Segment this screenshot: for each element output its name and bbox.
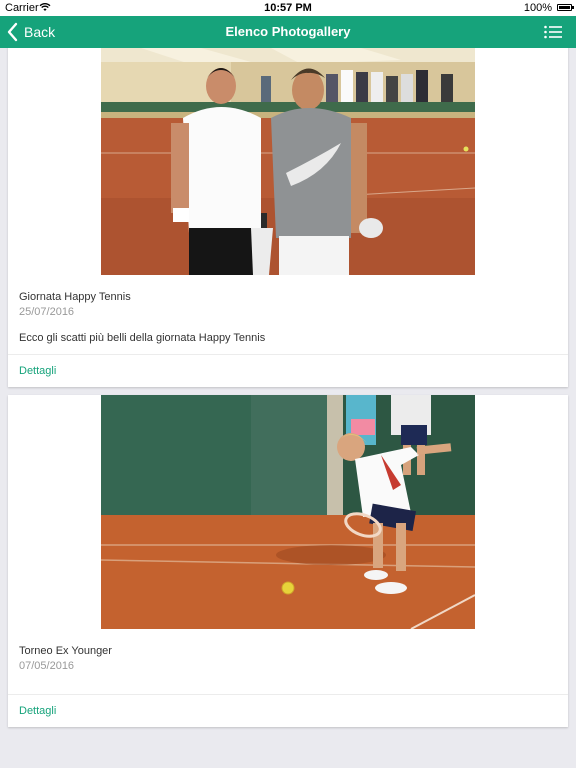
gallery-meta: Giornata Happy Tennis 25/07/2016 Ecco gl… [19, 291, 557, 344]
details-link[interactable]: Dettagli [19, 365, 56, 377]
tennis-child-photo [101, 395, 475, 629]
list-menu-icon[interactable] [544, 25, 562, 39]
gallery-meta: Torneo Ex Younger 07/05/2016 [19, 645, 557, 672]
navigation-bar: Back Elenco Photogallery [0, 16, 576, 48]
gallery-photo[interactable] [101, 395, 475, 629]
gallery-date: 25/07/2016 [19, 306, 75, 318]
gallery-description: Ecco gli scatti più belli della giornata… [19, 332, 266, 344]
gallery-list[interactable]: Giornata Happy Tennis 25/07/2016 Ecco gl… [0, 48, 576, 768]
gallery-photo[interactable] [101, 48, 475, 275]
clock: 10:57 PM [264, 2, 312, 14]
gallery-title: Torneo Ex Younger [19, 645, 112, 657]
card-divider [8, 694, 568, 695]
status-bar: Carrier 10:57 PM 100% [0, 0, 576, 16]
card-divider [8, 354, 568, 355]
gallery-card: Giornata Happy Tennis 25/07/2016 Ecco gl… [8, 48, 568, 387]
gallery-card: Torneo Ex Younger 07/05/2016 Dettagli [8, 395, 568, 727]
tennis-players-photo [101, 48, 475, 275]
gallery-date: 07/05/2016 [19, 660, 75, 672]
battery-percentage: 100% [523, 2, 552, 14]
battery-icon [557, 4, 574, 11]
details-link[interactable]: Dettagli [19, 705, 56, 717]
page-title: Elenco Photogallery [225, 24, 351, 39]
gallery-title: Giornata Happy Tennis [19, 291, 131, 303]
